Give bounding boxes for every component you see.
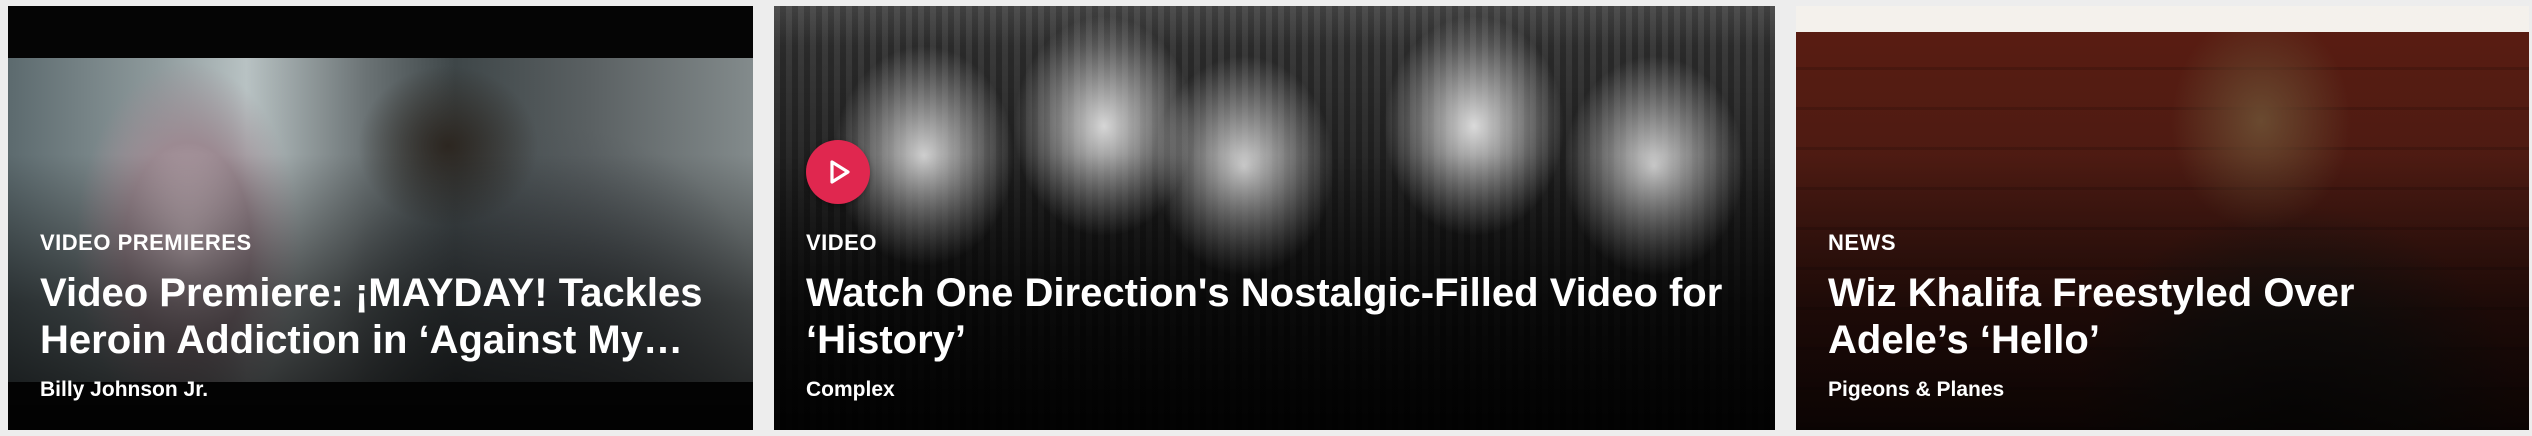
article-source: Pigeons & Planes: [1828, 378, 2005, 401]
article-source: Billy Johnson Jr.: [40, 378, 209, 401]
article-source: Complex: [806, 378, 895, 401]
article-category: VIDEO PREMIERES: [40, 230, 252, 255]
article-card-3[interactable]: NEWS Wiz Khalifa Freestyled Over Adele’s…: [1796, 6, 2529, 430]
article-headline[interactable]: Wiz Khalifa Freestyled Over Adele’s ‘Hel…: [1828, 270, 2489, 364]
article-category: NEWS: [1828, 230, 1896, 255]
article-card-1[interactable]: VIDEO PREMIERES Video Premiere: ¡MAYDAY!…: [8, 6, 753, 430]
article-headline[interactable]: Watch One Direction's Nostalgic-Filled V…: [806, 270, 1735, 364]
article-category: VIDEO: [806, 230, 877, 255]
article-card-2[interactable]: VIDEO Watch One Direction's Nostalgic-Fi…: [774, 6, 1775, 430]
play-icon[interactable]: [806, 140, 870, 204]
article-headline[interactable]: Video Premiere: ¡MAYDAY! Tackles Heroin …: [40, 270, 713, 364]
article-strip: VIDEO PREMIERES Video Premiere: ¡MAYDAY!…: [0, 0, 2532, 436]
